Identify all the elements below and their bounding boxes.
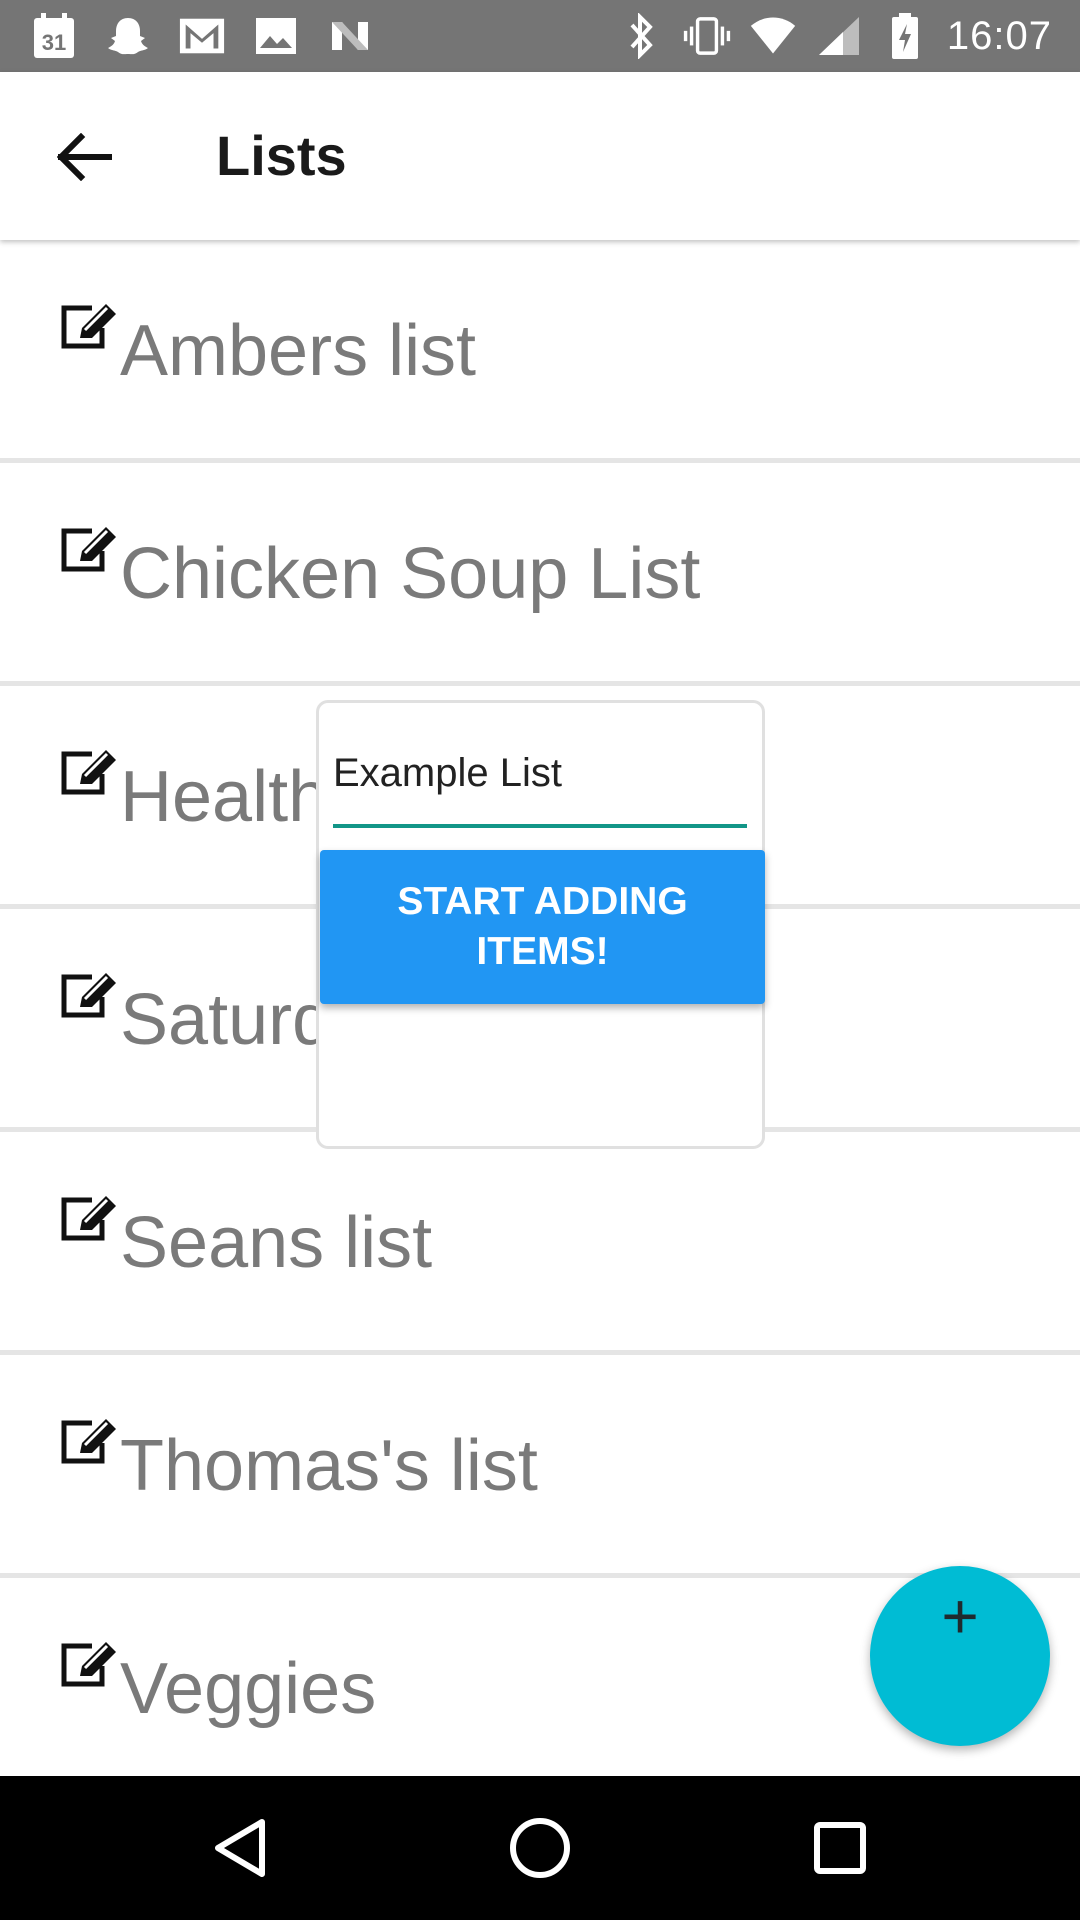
bluetooth-icon <box>617 12 665 60</box>
notification-icons: 31 <box>30 0 374 72</box>
edit-icon[interactable] <box>58 302 122 354</box>
edit-icon[interactable] <box>58 525 122 577</box>
back-triangle-icon <box>215 1819 265 1877</box>
n-app-icon <box>326 12 374 60</box>
vibrate-icon <box>683 12 731 60</box>
svg-text:31: 31 <box>42 30 66 55</box>
new-list-dialog: START ADDING ITEMS! <box>316 700 765 1149</box>
start-adding-items-button[interactable]: START ADDING ITEMS! <box>320 850 765 1004</box>
back-button[interactable] <box>50 122 120 192</box>
signal-icon <box>815 12 863 60</box>
edit-icon[interactable] <box>58 971 122 1023</box>
list-name-input[interactable] <box>333 743 747 803</box>
nav-back-button[interactable] <box>200 1808 280 1888</box>
list-item-label: Ambers list <box>120 311 477 391</box>
edit-icon[interactable] <box>58 1417 122 1469</box>
list-item-label: Chicken Soup List <box>120 534 701 614</box>
add-list-fab[interactable]: + <box>870 1566 1050 1746</box>
status-bar: 31 16:07 <box>0 0 1080 72</box>
nav-home-button[interactable] <box>500 1808 580 1888</box>
home-circle-icon <box>510 1818 570 1878</box>
gmail-icon <box>178 12 226 60</box>
nav-recents-button[interactable] <box>800 1808 880 1888</box>
list-item-label: Health <box>120 757 329 837</box>
input-underline <box>333 824 747 828</box>
list-item-label: Thomas's list <box>120 1426 538 1506</box>
recents-square-icon <box>814 1822 866 1874</box>
edit-icon[interactable] <box>58 1640 122 1692</box>
plus-icon: + <box>941 1580 979 1652</box>
list-item[interactable]: Chicken Soup List <box>0 463 1080 686</box>
battery-charging-icon <box>881 12 929 60</box>
app-bar: Lists <box>0 72 1080 240</box>
list-item[interactable]: Seans list <box>0 1132 1080 1355</box>
system-status-icons: 16:07 <box>617 0 1052 72</box>
page-title: Lists <box>216 124 347 187</box>
list-item-label: Seans list <box>120 1203 433 1283</box>
edit-icon[interactable] <box>58 748 122 800</box>
list-item-label: Saturd <box>120 980 333 1060</box>
calendar-icon: 31 <box>30 12 78 60</box>
arrow-back-icon <box>57 133 112 181</box>
photos-icon <box>252 12 300 60</box>
navigation-bar <box>0 1776 1080 1920</box>
list-item-label: Veggies <box>120 1649 377 1729</box>
edit-icon[interactable] <box>58 1194 122 1246</box>
snapchat-icon <box>104 12 152 60</box>
status-time: 16:07 <box>946 13 1052 58</box>
list-item[interactable]: Ambers list <box>0 240 1080 463</box>
wifi-icon <box>749 12 797 60</box>
list-item[interactable]: Thomas's list <box>0 1355 1080 1578</box>
